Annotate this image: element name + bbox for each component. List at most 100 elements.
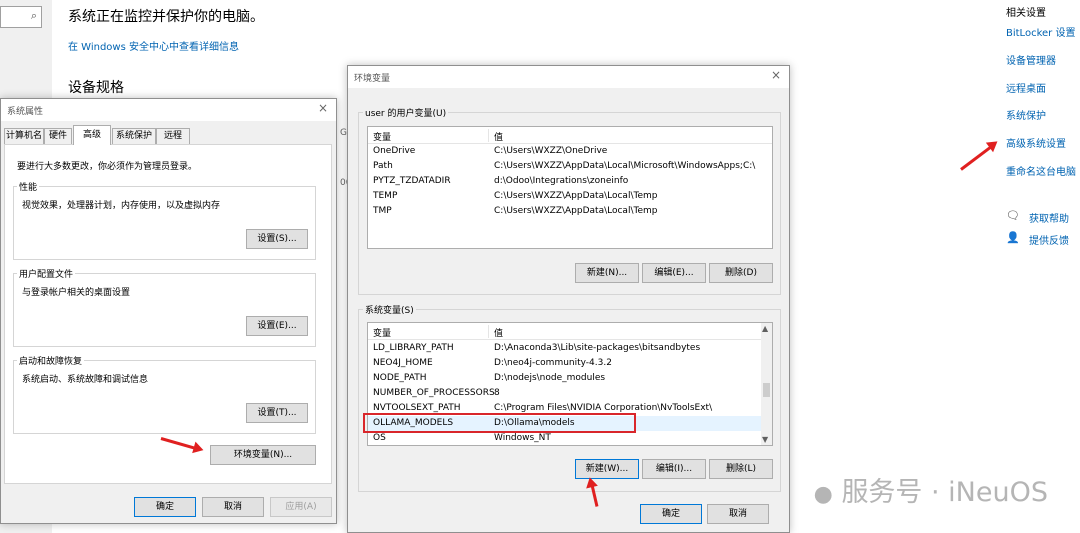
cancel-button[interactable]: 取消 — [202, 497, 264, 517]
environment-variables-button[interactable]: 环境变量(N)... — [210, 445, 316, 465]
tab-hardware[interactable]: 硬件 — [44, 128, 72, 144]
device-specs-title: 设备规格 — [68, 80, 124, 96]
user-new-button[interactable]: 新建(N)... — [575, 263, 639, 283]
startup-recovery-settings-button[interactable]: 设置(T)... — [246, 403, 308, 423]
bitlocker-link[interactable]: BitLocker 设置 — [1006, 24, 1075, 39]
user-profiles-settings-button[interactable]: 设置(E)... — [246, 316, 308, 336]
group-label: 用户配置文件 — [17, 267, 76, 280]
var-name: OneDrive — [373, 146, 416, 156]
titlebar: 环境变量 × — [348, 66, 789, 88]
var-name: TEMP — [373, 191, 398, 201]
tab-computer-name[interactable]: 计算机名 — [4, 128, 44, 144]
dialog-title: 系统属性 — [7, 107, 44, 117]
list-header: 变量 值 — [368, 324, 761, 340]
device-manager-link[interactable]: 设备管理器 — [1006, 52, 1056, 67]
user-variables-list[interactable]: 变量 值 OneDrive C:\Users\WXZZ\OneDrive Pat… — [367, 126, 773, 249]
var-name: LD_LIBRARY_PATH — [373, 343, 454, 353]
system-new-button[interactable]: 新建(W)... — [575, 459, 639, 479]
var-name: TMP — [373, 206, 392, 216]
tab-system-protection[interactable]: 系统保护 — [112, 128, 156, 144]
environment-variables-dialog: 环境变量 × user 的用户变量(U) 变量 值 OneDrive C:\Us… — [347, 65, 790, 533]
system-protection-link[interactable]: 系统保护 — [1006, 107, 1046, 122]
table-row[interactable]: Path C:\Users\WXZZ\AppData\Local\Microso… — [368, 159, 772, 174]
group-label: 性能 — [17, 180, 40, 193]
close-icon[interactable]: × — [318, 101, 328, 115]
scroll-up-icon[interactable]: ▲ — [762, 324, 768, 333]
column-header-value[interactable]: 值 — [494, 326, 756, 339]
annotation-arrow — [960, 144, 994, 171]
table-row[interactable]: TEMP C:\Users\WXZZ\AppData\Local\Temp — [368, 189, 772, 204]
ok-button[interactable]: 确定 — [134, 497, 196, 517]
var-value: C:\Users\WXZZ\AppData\Local\Temp — [494, 206, 658, 216]
dialog-title: 环境变量 — [354, 74, 391, 84]
cancel-button[interactable]: 取消 — [707, 504, 769, 524]
var-value: 8 — [494, 388, 500, 398]
table-row[interactable]: OneDrive C:\Users\WXZZ\OneDrive — [368, 144, 772, 159]
scroll-thumb[interactable] — [763, 383, 770, 397]
feedback-icon: 👤 — [1006, 231, 1020, 244]
group-description: 与登录帐户相关的桌面设置 — [22, 288, 131, 298]
highlight-box — [363, 413, 636, 433]
var-name: PYTZ_TZDATADIR — [373, 176, 451, 186]
get-help-icon: 🗨 — [1006, 209, 1020, 222]
security-center-link[interactable]: 在 Windows 安全中心中查看详细信息 — [68, 38, 239, 53]
user-delete-button[interactable]: 删除(D) — [709, 263, 773, 283]
scrollbar[interactable]: ▲ ▼ — [761, 323, 772, 445]
table-row[interactable]: LD_LIBRARY_PATH D:\Anaconda3\Lib\site-pa… — [368, 341, 761, 356]
admin-note: 要进行大多数更改，你必须作为管理员登录。 — [17, 162, 198, 172]
table-row[interactable]: NODE_PATH D:\nodejs\node_modules — [368, 371, 761, 386]
var-name: NODE_PATH — [373, 373, 427, 383]
group-description: 系统启动、系统故障和调试信息 — [22, 375, 149, 385]
performance-settings-button[interactable]: 设置(S)... — [246, 229, 308, 249]
table-row[interactable]: NUMBER_OF_PROCESSORS 8 — [368, 386, 761, 401]
tab-remote[interactable]: 远程 — [156, 128, 190, 144]
related-settings-heading: 相关设置 — [1006, 8, 1046, 19]
apply-button[interactable]: 应用(A) — [270, 497, 332, 517]
search-icon: ⌕ — [30, 9, 37, 22]
system-properties-dialog: 系统属性 × 计算机名 硬件 高级 系统保护 远程 要进行大多数更改，你必须作为… — [0, 98, 337, 524]
var-name: OS — [373, 433, 386, 443]
column-header-value[interactable]: 值 — [494, 130, 756, 143]
rename-pc-link[interactable]: 重命名这台电脑 — [1006, 163, 1076, 178]
table-row[interactable]: TMP C:\Users\WXZZ\AppData\Local\Temp — [368, 204, 772, 219]
var-value: C:\Program Files\NVIDIA Corporation\NvTo… — [494, 403, 713, 413]
table-row[interactable]: OS Windows_NT — [368, 431, 761, 445]
var-name: NEO4J_HOME — [373, 358, 433, 368]
var-value: C:\Users\WXZZ\AppData\Local\Temp — [494, 191, 658, 201]
var-value: D:\Anaconda3\Lib\site-packages\bitsandby… — [494, 343, 701, 353]
column-header-variable[interactable]: 变量 — [373, 130, 391, 143]
var-name: Path — [373, 161, 393, 171]
scroll-down-icon[interactable]: ▼ — [762, 435, 768, 444]
group-label: 启动和故障恢复 — [17, 354, 85, 367]
table-row[interactable]: PYTZ_TZDATADIR d:\Odoo\Integrations\zone… — [368, 174, 772, 189]
var-name: NUMBER_OF_PROCESSORS — [373, 388, 495, 398]
close-icon[interactable]: × — [771, 68, 781, 82]
user-edit-button[interactable]: 编辑(E)... — [642, 263, 706, 283]
group-description: 视觉效果，处理器计划，内存使用，以及虚拟内存 — [22, 201, 221, 211]
var-value: C:\Users\WXZZ\AppData\Local\Microsoft\Wi… — [494, 161, 756, 171]
advanced-system-settings-link[interactable]: 高级系统设置 — [1006, 135, 1066, 150]
tab-advanced[interactable]: 高级 — [73, 125, 111, 145]
var-value: D:\neo4j-community-4.3.2 — [494, 358, 612, 368]
var-name: NVTOOLSEXT_PATH — [373, 403, 461, 413]
tab-panel: 要进行大多数更改，你必须作为管理员登录。 性能 视觉效果，处理器计划，内存使用，… — [4, 144, 332, 484]
user-variables-label: user 的用户变量(U) — [363, 106, 449, 119]
ok-button[interactable]: 确定 — [640, 504, 702, 524]
column-header-variable[interactable]: 变量 — [373, 326, 391, 339]
protection-status-heading: 系统正在监控并保护你的电脑。 — [68, 9, 264, 25]
var-value: C:\Users\WXZZ\OneDrive — [494, 146, 608, 156]
feedback-link[interactable]: 提供反馈 — [1029, 232, 1069, 247]
var-value: Windows_NT — [494, 433, 551, 443]
var-value: D:\nodejs\node_modules — [494, 373, 606, 383]
table-row[interactable]: NEO4J_HOME D:\neo4j-community-4.3.2 — [368, 356, 761, 371]
search-input[interactable]: ⌕ — [0, 6, 42, 28]
system-edit-button[interactable]: 编辑(I)... — [642, 459, 706, 479]
wechat-logo-icon: ● — [813, 482, 833, 507]
watermark-text: 服务号 · iNeuOS — [841, 477, 1048, 508]
remote-desktop-link[interactable]: 远程桌面 — [1006, 80, 1046, 95]
var-value: d:\Odoo\Integrations\zoneinfo — [494, 176, 629, 186]
list-header: 变量 值 — [368, 128, 772, 144]
system-variables-label: 系统变量(S) — [363, 303, 416, 316]
system-delete-button[interactable]: 删除(L) — [709, 459, 773, 479]
get-help-link[interactable]: 获取帮助 — [1029, 210, 1069, 225]
